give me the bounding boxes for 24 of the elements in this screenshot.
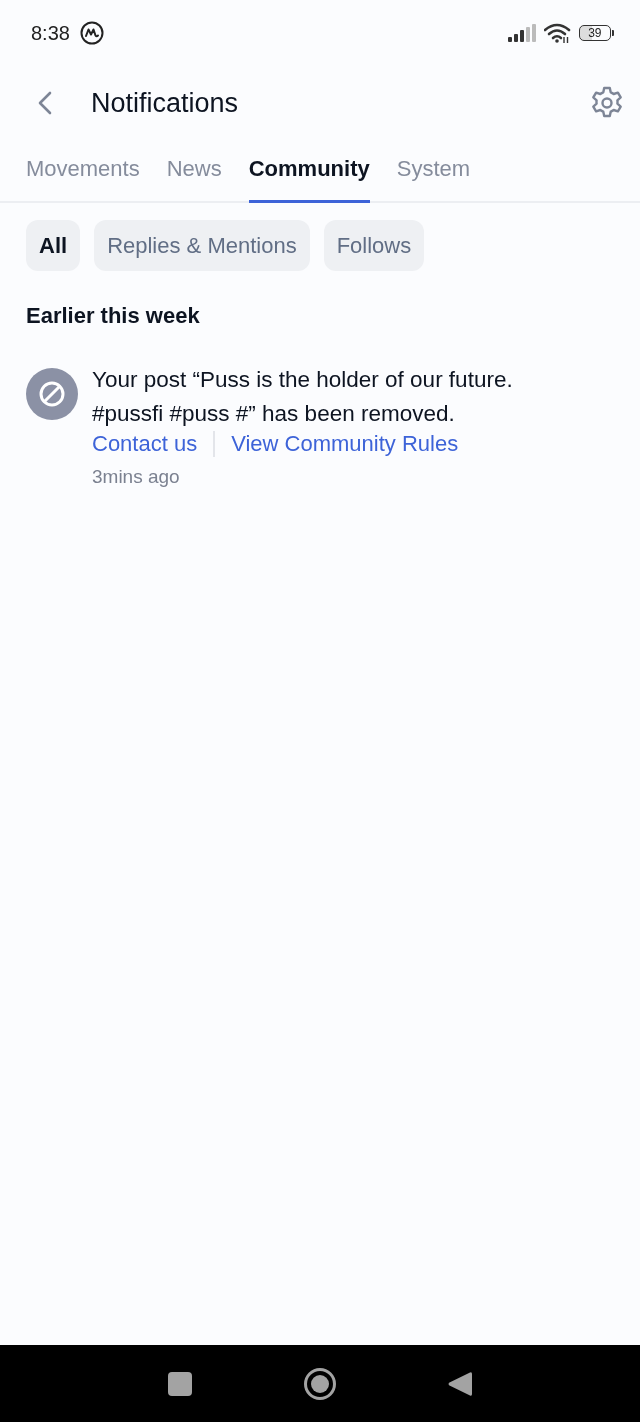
tab[interactable]: System [396,154,471,203]
filter-chip[interactable]: All [26,220,81,271]
battery-indicator: 39 [579,25,614,41]
circle-m-logo-icon [79,21,104,45]
filter-chip[interactable]: Replies & Mentions [94,220,310,271]
status-time: 8:38 [31,21,70,45]
notification-link[interactable]: Contact us [92,431,198,457]
section-heading: Earlier this week [26,302,201,330]
page-title: Notifications [91,87,239,120]
signal-icon [508,24,537,42]
filter-chip[interactable]: Follows [323,220,425,271]
notification-message: Your post “Puss is the holder of our future. #pussfi #puss #” has been removed. [92,366,514,428]
home-icon[interactable] [303,1366,337,1401]
notification-link[interactable]: View Community Rules [231,431,459,457]
back-triangle-icon[interactable] [448,1370,472,1397]
prohibited-icon [26,368,78,420]
notification-time: 3mins ago [92,465,181,489]
wifi-icon [544,23,572,43]
tab[interactable]: Community [248,154,370,203]
chevron-left-icon[interactable] [38,91,52,115]
square-nav-icon[interactable] [168,1371,192,1396]
tab[interactable]: News [166,154,222,203]
settings-icon[interactable] [590,86,624,120]
tab[interactable]: Movements [26,154,140,203]
